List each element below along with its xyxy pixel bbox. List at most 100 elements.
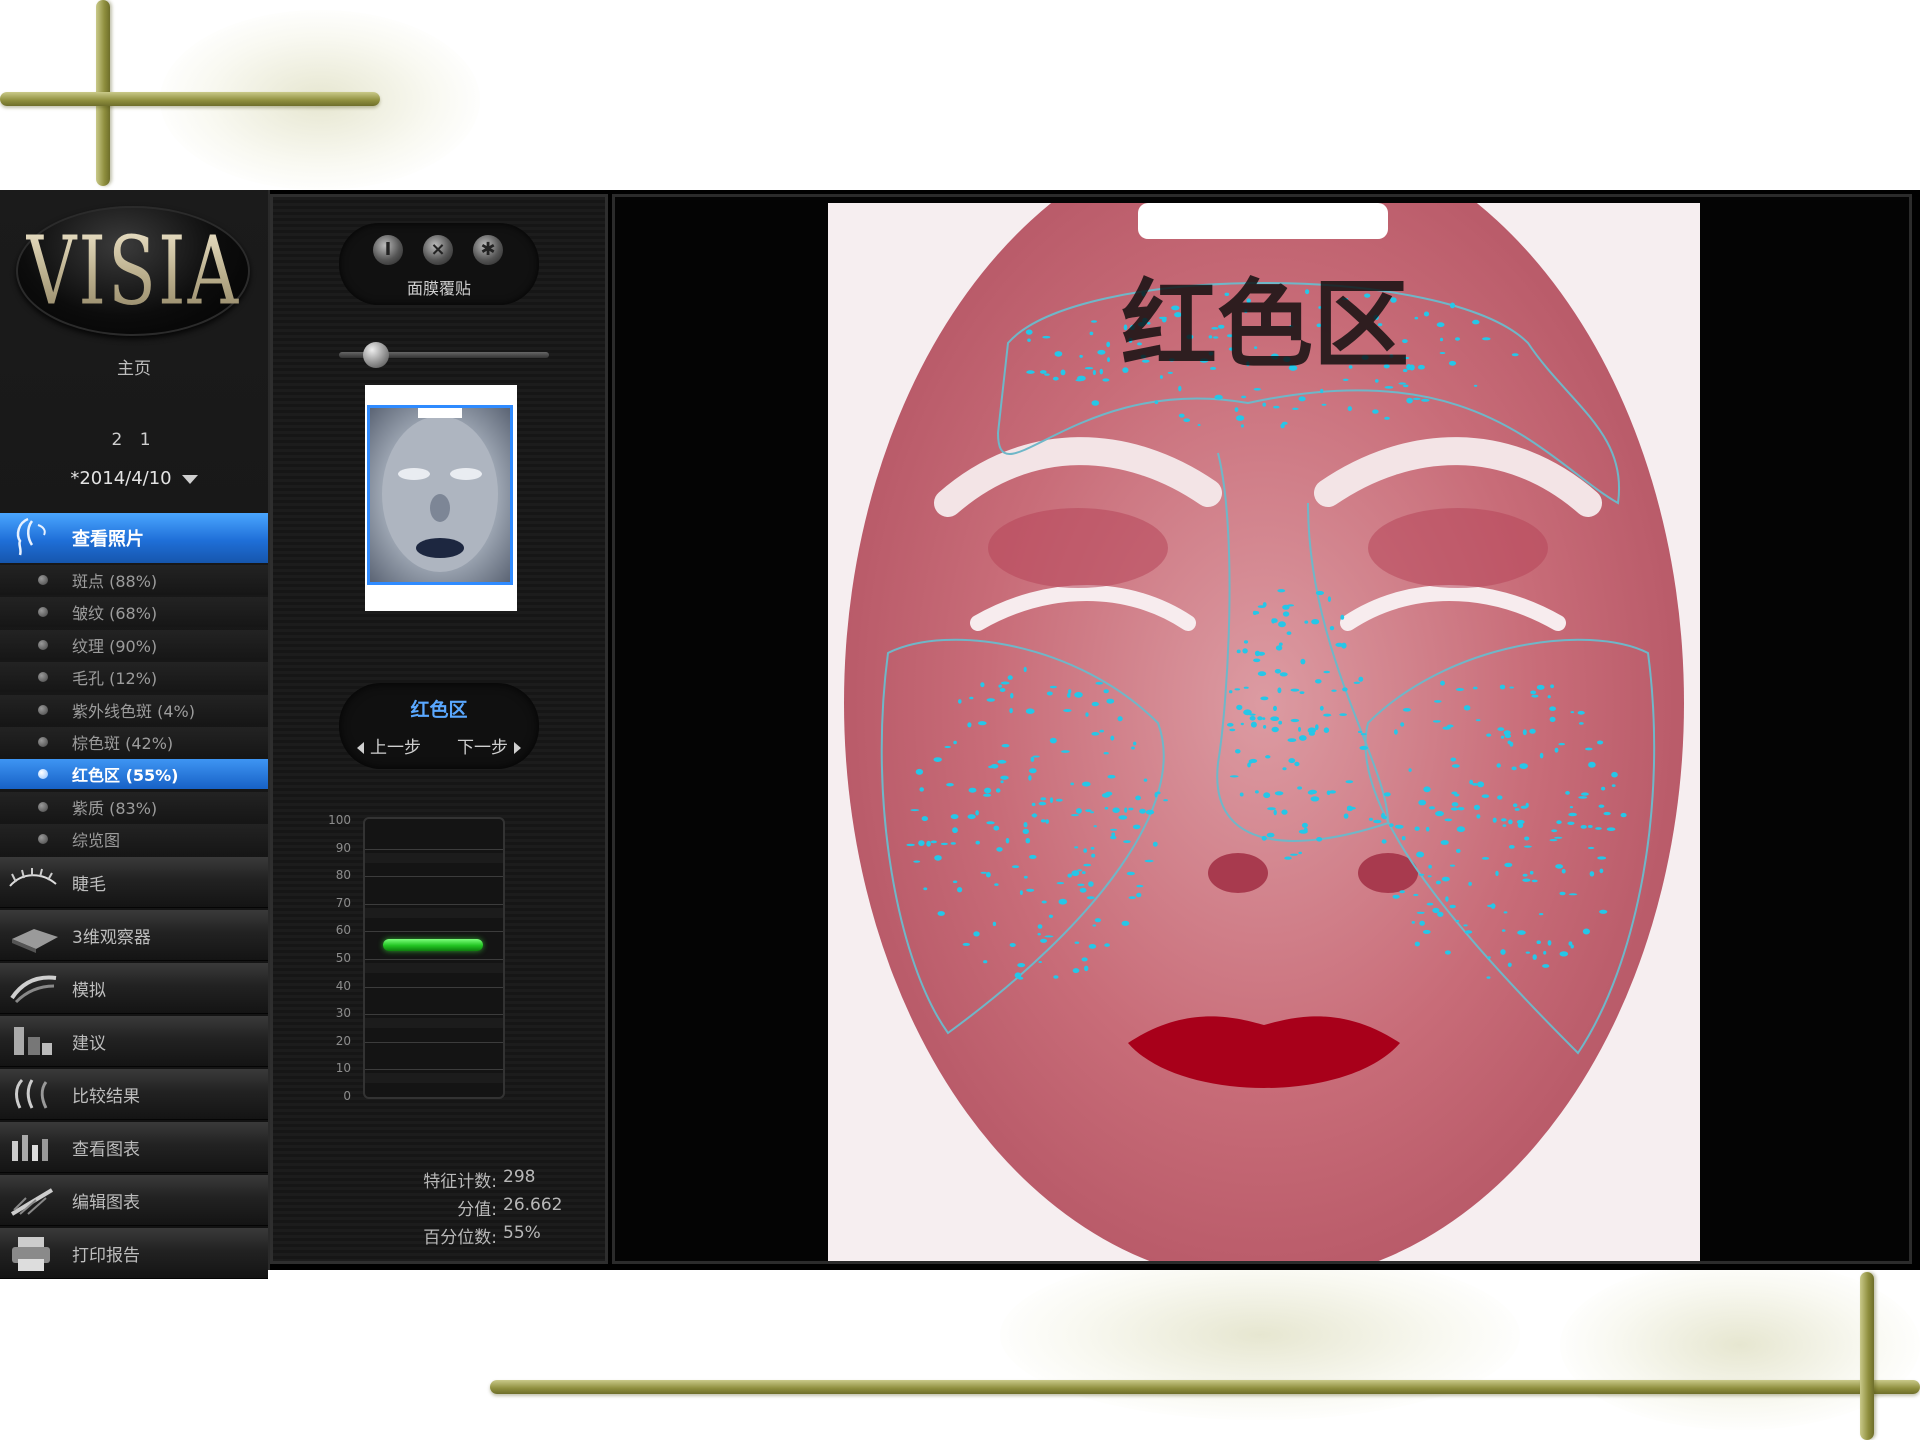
visia-logo[interactable]: VISIA [16,206,250,336]
red-area-spot [1240,424,1244,428]
red-area-spot [1124,807,1128,813]
main-nav-item[interactable]: 打印报告 [0,1228,268,1279]
red-area-spot [1123,840,1131,843]
next-step-button[interactable]: 下一步 [457,733,521,758]
red-area-spot [1539,752,1544,759]
red-area-spot [1111,832,1116,837]
analysis-item[interactable]: 红色区 (55%) [0,759,268,790]
red-area-spot [1481,794,1490,798]
view-photos-button[interactable]: 查看照片 [0,513,268,563]
percentile-gauge: 100 90 80 70 60 50 40 30 20 10 0 [313,813,513,1107]
red-area-spot [1297,786,1302,790]
main-nav-label: 3维观察器 [72,927,151,948]
mask-overlay-control: I × ✱ 面膜覆贴 [339,223,539,305]
home-link[interactable]: 主页 [0,354,268,379]
visia-app-window: VISIA 主页 2 1 *2014/4/10 查看照片 斑点 (88%) 皱纹 … [0,190,1920,1279]
red-area-spot [1446,724,1454,728]
red-area-spot [1342,687,1348,692]
red-area-spot [1601,786,1606,791]
mask-clear-button[interactable]: × [423,235,453,265]
red-area-spot [1568,893,1578,896]
red-area-spot [1495,870,1499,877]
red-area-spot [1435,810,1444,817]
red-area-spot [1523,845,1532,848]
red-area-spot [1422,929,1431,934]
red-area-spot [1055,798,1063,802]
red-area-spot [1000,681,1010,685]
opacity-slider[interactable] [339,342,549,368]
main-nav-item[interactable]: 模拟 [0,963,268,1014]
red-area-spot [1300,658,1306,665]
red-area-spot [1340,614,1345,620]
red-area-spot [1429,806,1435,810]
analysis-item[interactable]: 综览图 [0,824,268,855]
main-nav-item[interactable]: 比较结果 [0,1069,268,1120]
red-area-spot [1270,716,1280,721]
red-area-spot [1067,692,1071,698]
analysis-item[interactable]: 纹理 (90%) [0,629,268,660]
red-area-spot [1029,768,1037,774]
red-area-spot [1507,740,1512,745]
mask-toggle-button[interactable]: I [373,235,403,265]
red-area-spot [1406,397,1413,404]
red-area-spot [983,960,988,964]
red-area-spot [1514,808,1520,811]
red-area-spot [1595,827,1602,830]
red-area-spot [913,860,921,863]
main-nav-label: 编辑图表 [72,1192,140,1213]
red-area-spot [1428,864,1432,869]
analysis-item[interactable]: 紫质 (83%) [0,791,268,822]
main-nav-item[interactable]: 建议 [0,1016,268,1067]
red-area-spot [1301,822,1308,828]
red-area-spot [1154,792,1158,798]
gauge-band [365,852,503,863]
analysis-item[interactable]: 毛孔 (12%) [0,662,268,693]
red-area-spot [933,757,942,762]
analysis-item[interactable]: 棕色斑 (42%) [0,726,268,757]
percentile-row: 百分位数: 55% [313,1223,573,1251]
view-photos-label: 查看照片 [72,529,144,550]
red-area-spot [1532,954,1537,960]
red-area-spot [1450,757,1457,762]
red-area-spot [1074,941,1080,944]
analysis-item-label: 红色区 (55%) [72,766,179,786]
gauge-gridline [365,903,503,905]
red-area-spot [1587,825,1593,828]
session-date-dropdown[interactable]: *2014/4/10 [0,468,268,489]
red-area-spot [1121,920,1130,926]
red-area-spot [1402,708,1411,712]
red-area-spot [1549,839,1558,842]
main-nav-item[interactable]: 编辑图表 [0,1175,268,1226]
mask-adjust-button[interactable]: ✱ [473,235,503,265]
face-thumbnail[interactable] [367,405,513,585]
red-area-spot [1249,716,1256,721]
main-nav-item[interactable]: 3维观察器 [0,910,268,961]
red-area-spot [1271,726,1279,733]
red-area-spot [1298,726,1301,732]
edit-chart-icon [10,1188,54,1216]
red-area-spot [1049,737,1057,744]
red-area-spot [1408,768,1412,772]
red-area-spot [1288,758,1296,764]
analysis-item[interactable]: 紫外线色斑 (4%) [0,694,268,725]
red-area-spot [1512,803,1518,808]
red-area-spot [1346,805,1353,810]
analysis-item[interactable]: 皱纹 (68%) [0,597,268,628]
red-area-spot [980,871,988,874]
main-nav-item[interactable]: 查看图表 [0,1122,268,1173]
previous-step-button[interactable]: 上一步 [357,733,421,758]
analysis-item[interactable]: 斑点 (88%) [0,565,268,595]
red-area-spot [1023,666,1027,673]
red-area-spot [1414,941,1420,947]
red-area-spot [1007,675,1013,680]
red-area-spot [1315,679,1322,684]
red-area-spot [1085,809,1092,812]
slider-handle[interactable] [363,342,389,368]
red-area-spot [1106,698,1115,704]
gauge-tick-label: 20 [335,1033,351,1048]
red-area-spot [1315,590,1324,596]
gauge-tick-label: 60 [335,923,351,938]
main-nav-item[interactable]: 睫毛 [0,857,268,908]
red-area-spot [1597,740,1604,745]
red-area-spot [1358,676,1364,682]
